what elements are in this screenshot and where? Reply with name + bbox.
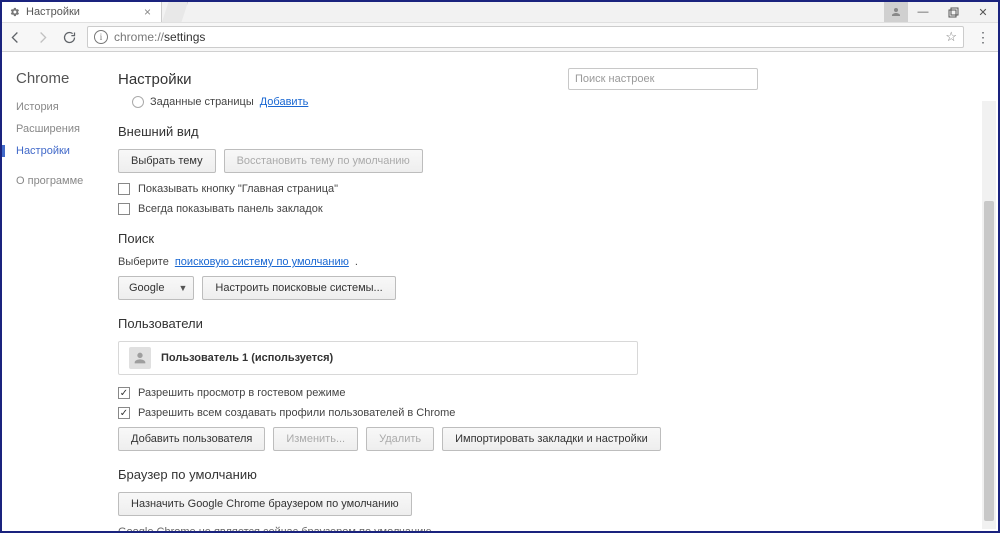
title-bar: Настройки × — ✕ — [2, 2, 998, 22]
search-title: Поиск — [118, 231, 978, 246]
users-section: Пользователи Пользователь 1 (используетс… — [118, 316, 978, 451]
set-default-browser-button[interactable]: Назначить Google Chrome браузером по умо… — [118, 492, 412, 516]
search-engine-select[interactable]: Google ▼ — [118, 276, 194, 300]
avatar-icon — [129, 347, 151, 369]
startup-pages-label: Заданные страницы — [150, 96, 254, 108]
address-bar[interactable]: i chrome://settings ☆ — [87, 26, 964, 48]
scrollbar-track[interactable] — [982, 101, 996, 529]
reload-button[interactable] — [62, 30, 77, 45]
default-browser-status: Google Chrome не является сейчас браузер… — [118, 526, 978, 531]
show-bookmarks-checkbox[interactable] — [118, 203, 130, 215]
allow-guest-checkbox[interactable]: ✓ — [118, 387, 130, 399]
show-bookmarks-label: Всегда показывать панель закладок — [138, 203, 323, 215]
new-tab-button[interactable] — [162, 2, 188, 22]
sidebar-item-extensions[interactable]: Расширения — [16, 123, 112, 135]
back-button[interactable] — [8, 30, 23, 45]
chrome-menu-button[interactable]: ⋮ — [974, 29, 992, 46]
window-controls: — ✕ — [884, 2, 998, 22]
edit-user-button: Изменить... — [273, 427, 358, 451]
default-browser-section: Браузер по умолчанию Назначить Google Ch… — [118, 467, 978, 531]
tab-title: Настройки — [26, 6, 80, 18]
appearance-section: Внешний вид Выбрать тему Восстановить те… — [118, 124, 978, 215]
maximize-button[interactable] — [938, 2, 968, 22]
allow-create-checkbox[interactable]: ✓ — [118, 407, 130, 419]
user-switcher-icon[interactable] — [884, 2, 908, 22]
minimize-button[interactable]: — — [908, 2, 938, 22]
sidebar-item-settings[interactable]: Настройки — [16, 145, 112, 157]
current-user-name: Пользователь 1 (используется) — [161, 352, 333, 364]
settings-search-input[interactable]: Поиск настроек — [568, 68, 758, 90]
appearance-title: Внешний вид — [118, 124, 978, 139]
site-info-icon[interactable]: i — [94, 30, 108, 44]
delete-user-button: Удалить — [366, 427, 434, 451]
allow-guest-label: Разрешить просмотр в гостевом режиме — [138, 387, 345, 399]
restore-theme-button: Восстановить тему по умолчанию — [224, 149, 423, 173]
forward-button[interactable] — [35, 30, 50, 45]
show-home-label: Показывать кнопку "Главная страница" — [138, 183, 338, 195]
tab-close-icon[interactable]: × — [144, 5, 151, 19]
show-home-checkbox[interactable] — [118, 183, 130, 195]
import-bookmarks-button[interactable]: Импортировать закладки и настройки — [442, 427, 661, 451]
default-search-link[interactable]: поисковую систему по умолчанию — [175, 256, 349, 268]
default-browser-title: Браузер по умолчанию — [118, 467, 978, 482]
toolbar: i chrome://settings ☆ ⋮ — [2, 22, 998, 52]
gear-icon — [10, 7, 20, 17]
content-area: Настройки Поиск настроек Заданные страни… — [112, 52, 998, 531]
search-section: Поиск Выберите поисковую систему по умол… — [118, 231, 978, 300]
startup-add-link[interactable]: Добавить — [260, 96, 309, 108]
browser-tab[interactable]: Настройки × — [2, 2, 162, 22]
sidebar-item-history[interactable]: История — [16, 101, 112, 113]
users-title: Пользователи — [118, 316, 978, 331]
sidebar-brand: Chrome — [16, 70, 112, 87]
manage-engines-button[interactable]: Настроить поисковые системы... — [202, 276, 395, 300]
current-user-row[interactable]: Пользователь 1 (используется) — [118, 341, 638, 375]
page-title: Настройки — [118, 71, 192, 88]
startup-pages-radio[interactable] — [132, 96, 144, 108]
close-window-button[interactable]: ✕ — [968, 2, 998, 22]
add-user-button[interactable]: Добавить пользователя — [118, 427, 265, 451]
scrollbar-thumb[interactable] — [984, 201, 994, 521]
allow-create-label: Разрешить всем создавать профили пользов… — [138, 407, 455, 419]
chevron-down-icon: ▼ — [178, 283, 187, 293]
url-text: chrome://settings — [114, 30, 205, 44]
sidebar: Chrome История Расширения Настройки О пр… — [2, 52, 112, 531]
sidebar-item-about[interactable]: О программе — [16, 175, 112, 187]
choose-theme-button[interactable]: Выбрать тему — [118, 149, 216, 173]
bookmark-star-icon[interactable]: ☆ — [945, 29, 957, 45]
search-prefix: Выберите — [118, 256, 169, 268]
